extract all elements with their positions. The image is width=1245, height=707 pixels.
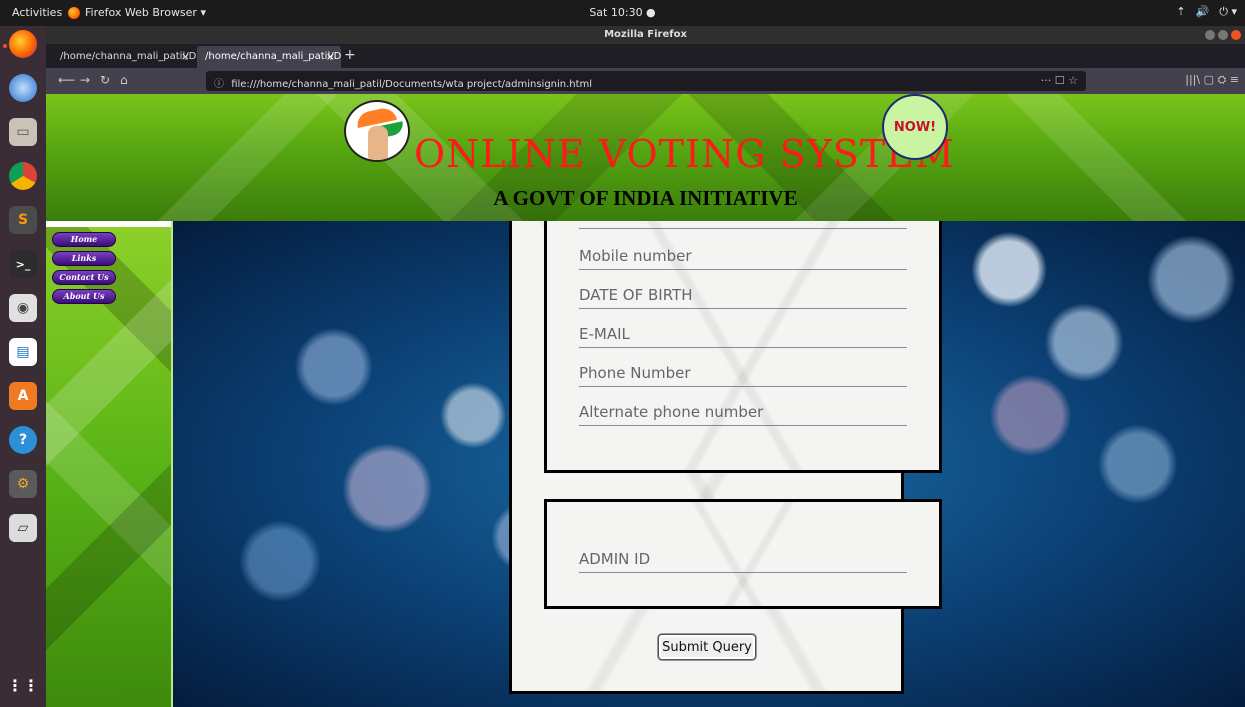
volume-icon: 🔊 xyxy=(1195,5,1210,18)
thunderbird-icon[interactable] xyxy=(9,74,37,102)
site-subtitle: A GOVT OF INDIA INITIATIVE xyxy=(493,186,798,210)
firefox-icon xyxy=(68,6,80,19)
window-controls xyxy=(1205,30,1241,40)
date-of-birth-field[interactable]: DATE OF BIRTH xyxy=(579,283,907,309)
tab-first[interactable]: /home/channa_mali_patil/D × xyxy=(52,46,196,68)
close-icon[interactable] xyxy=(1231,30,1241,40)
back-icon[interactable]: ⟵ xyxy=(58,73,75,87)
sublime-text-icon[interactable]: S xyxy=(9,206,37,234)
mobile-number-field[interactable]: Mobile number xyxy=(579,244,907,270)
voting-hand-logo xyxy=(344,100,410,162)
site-info-icon[interactable]: ⓘ xyxy=(214,79,224,90)
system-tray[interactable]: ⇡ 🔊 ⏻ ▾ xyxy=(1176,5,1237,19)
disks-icon[interactable]: ◉ xyxy=(9,294,37,322)
page-actions[interactable]: ··· ☐ ☆ xyxy=(1041,74,1078,87)
site-header: ONLINE VOTING SYSTEM NOW! A GOVT OF INDI… xyxy=(46,94,1245,221)
tab-label: /home/channa_mali_patil/D xyxy=(60,51,196,62)
software-icon[interactable]: A xyxy=(9,382,37,410)
help-icon[interactable]: ? xyxy=(9,426,37,454)
reload-icon[interactable]: ↻ xyxy=(100,73,110,87)
terminal-icon[interactable]: >_ xyxy=(9,250,37,278)
phone-number-field[interactable]: Phone Number xyxy=(579,361,907,387)
writer-icon[interactable]: ▤ xyxy=(9,338,37,366)
url-text: file:///home/channa_mali_patil/Documents… xyxy=(231,79,593,90)
app-grid-icon[interactable]: ⋮⋮ xyxy=(7,671,39,699)
navigation-bar: ⟵ → ↻ ⌂ ⓘ file:///home/channa_mali_patil… xyxy=(46,68,1245,94)
scrolled-field[interactable] xyxy=(579,221,907,229)
window-title: Mozilla Firefox xyxy=(604,29,687,40)
email-field[interactable]: E-MAIL xyxy=(579,322,907,348)
minimize-icon[interactable] xyxy=(1205,30,1215,40)
submit-button[interactable]: Submit Query xyxy=(658,634,756,660)
close-tab-icon[interactable]: × xyxy=(181,50,190,63)
tab-label: /home/channa_mali_patil/D xyxy=(205,51,341,62)
side-navigation: Home Links Contact Us About Us xyxy=(46,221,173,707)
files-icon[interactable]: ▭ xyxy=(9,118,37,146)
power-icon: ⏻ ▾ xyxy=(1219,5,1237,18)
firefox-icon[interactable] xyxy=(9,30,37,58)
tab-active[interactable]: /home/channa_mali_patil/D × xyxy=(197,46,341,68)
site-title: ONLINE VOTING SYSTEM xyxy=(414,132,955,176)
now-badge: NOW! xyxy=(882,94,948,160)
close-tab-icon[interactable]: × xyxy=(326,50,335,63)
admin-id-field[interactable]: ADMIN ID xyxy=(579,547,907,573)
alternate-phone-field[interactable]: Alternate phone number xyxy=(579,400,907,426)
page-viewport: ONLINE VOTING SYSTEM NOW! A GOVT OF INDI… xyxy=(46,94,1245,707)
title-bar: Mozilla Firefox xyxy=(46,26,1245,44)
forward-icon[interactable]: → xyxy=(80,73,90,87)
running-indicator xyxy=(3,44,7,48)
toolbar-icons[interactable]: |||\ ▢ ⛭ ≡ xyxy=(1185,73,1239,87)
url-bar[interactable]: ⓘ file:///home/channa_mali_patil/Documen… xyxy=(206,71,1086,91)
maximize-icon[interactable] xyxy=(1218,30,1228,40)
firefox-window: Mozilla Firefox /home/channa_mali_patil/… xyxy=(46,26,1245,707)
nav-about-button[interactable]: About Us xyxy=(52,289,116,304)
nav-contact-button[interactable]: Contact Us xyxy=(52,270,116,285)
network-icon: ⇡ xyxy=(1176,5,1186,18)
app-menu[interactable]: Firefox Web Browser ▾ xyxy=(68,6,206,19)
tab-bar: /home/channa_mali_patil/D × /home/channa… xyxy=(46,44,1245,68)
app-menu-label: Firefox Web Browser ▾ xyxy=(85,6,206,19)
scanner-icon[interactable]: ▱ xyxy=(9,514,37,542)
dock: ▭ S >_ ◉ ▤ A ? ⚙ ▱ ⋮⋮ xyxy=(0,26,46,707)
new-tab-icon[interactable]: + xyxy=(344,47,356,63)
home-icon[interactable]: ⌂ xyxy=(120,73,128,87)
nav-links-button[interactable]: Links xyxy=(52,251,116,266)
system-top-bar: Activities Firefox Web Browser ▾ Sat 10:… xyxy=(0,0,1245,26)
chrome-icon[interactable] xyxy=(9,162,37,190)
nav-home-button[interactable]: Home xyxy=(52,232,116,247)
activities-button[interactable]: Activities xyxy=(12,6,62,19)
settings-icon[interactable]: ⚙ xyxy=(9,470,37,498)
nav-top-strip xyxy=(46,221,171,227)
